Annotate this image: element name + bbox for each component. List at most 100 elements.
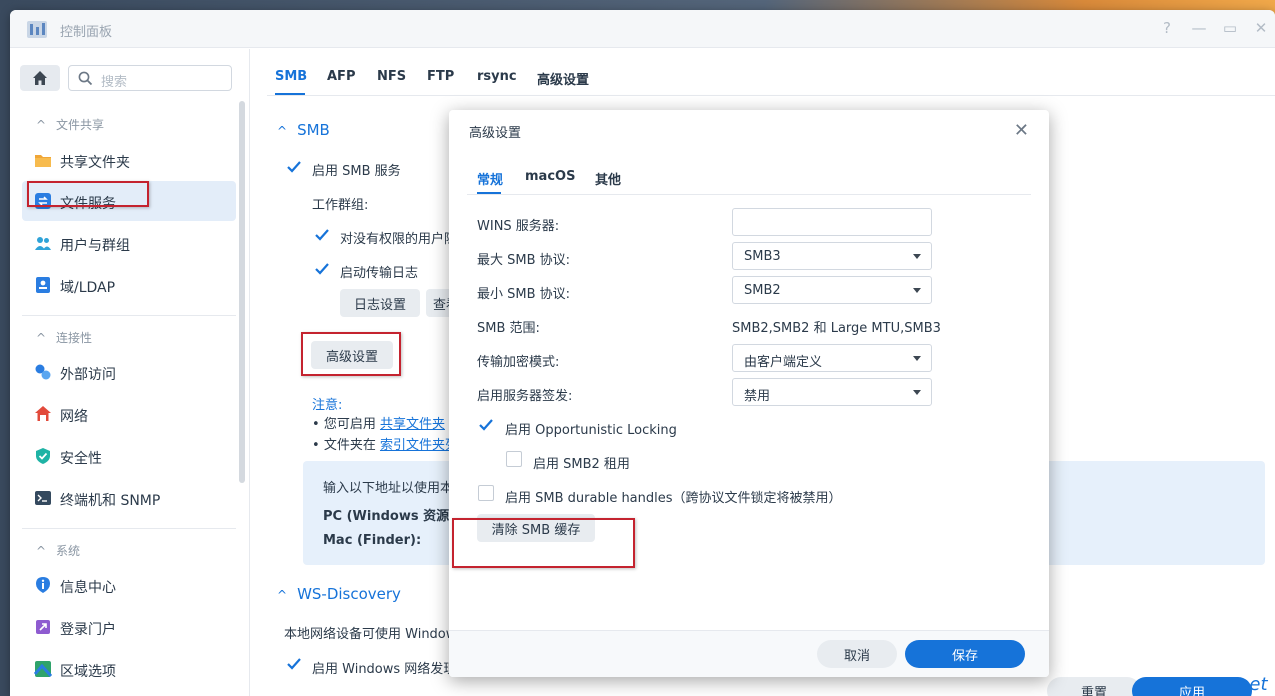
transfer-log-label: 启动传输日志 [340,266,419,281]
sidebar-item-login-portal[interactable]: 登录门户 [22,607,236,647]
sidebar-item-users-groups[interactable]: 用户与群组 [22,223,236,263]
oplock-label: 启用 Opportunistic Locking [505,423,677,438]
save-button[interactable]: 保存 [905,640,1025,668]
oplock-checkbox[interactable] [478,417,494,433]
highlight-box-advanced [301,332,401,376]
close-icon[interactable]: ✕ [1014,120,1029,141]
folder-icon [35,155,51,167]
enable-smb-label: 启用 SMB 服务 [312,164,401,179]
note-title: 注意: [312,398,343,413]
sidebar-item-network[interactable]: 网络 [22,394,236,434]
smb-range-value: SMB2,SMB2 和 Large MTU,SMB3 [732,321,941,336]
note-line-2: • 文件夹在 索引文件夹列 [312,438,458,453]
sidebar-item-domain-ldap[interactable]: 域/LDAP [22,265,236,305]
sidebar-item-info-center[interactable]: 信息中心 [22,565,236,605]
dialog-tab-general[interactable]: 常规 [477,169,503,188]
encryption-mode-label: 传输加密模式: [477,355,560,370]
hide-no-permission-checkbox[interactable] [314,227,330,243]
encryption-mode-select[interactable]: 由客户端定义 [732,344,932,372]
dialog-footer: 取消 保存 [449,631,1049,677]
section-system[interactable]: ^ 系统 [36,542,80,559]
tab-afp[interactable]: AFP [327,69,355,84]
sidebar-item-terminal-snmp[interactable]: 终端机和 SNMP [22,478,236,518]
external-access-icon [35,364,51,380]
reset-button[interactable]: 重置 [1047,677,1141,696]
index-folder-link[interactable]: 索引文件夹列 [380,438,458,453]
tab-advanced[interactable]: 高级设置 [537,69,589,88]
smb2-lease-checkbox[interactable] [506,451,522,467]
chevron-up-icon: ^ [36,544,47,558]
login-portal-icon [36,620,50,634]
home-icon [33,71,47,85]
ws-discovery-checkbox[interactable] [286,656,302,672]
cancel-button[interactable]: 取消 [817,640,897,668]
sidebar-item-security[interactable]: 安全性 [22,436,236,476]
highlight-box-file-services [27,181,149,207]
tab-nfs[interactable]: NFS [377,69,406,84]
durable-handles-label: 启用 SMB durable handles（跨协议文件锁定将被禁用） [505,491,842,506]
control-panel-app-icon [27,21,47,38]
maximize-icon[interactable]: ▭ [1221,19,1239,37]
wins-server-input[interactable] [732,208,932,236]
tabs-divider [267,95,1275,96]
tab-ftp[interactable]: FTP [427,69,454,84]
shared-folder-link[interactable]: 共享文件夹 [380,417,445,432]
highlight-box-clear-cache [452,518,635,568]
mac-address-label: Mac (Finder): [323,533,422,548]
dialog-tab-other[interactable]: 其他 [595,169,621,188]
watermark-text: net [1238,674,1268,695]
server-signing-label: 启用服务器签发: [477,389,573,404]
sidebar: 搜索 ^ 文件共享 共享文件夹 文件服务 用户与群组 域/LDAP ^ 连接性 外部… [10,49,250,696]
regional-icon [34,661,52,678]
advanced-settings-dialog: 高级设置 ✕ 常规 macOS 其他 WINS 服务器: 最大 SMB 协议: … [449,110,1049,677]
enable-smb-checkbox[interactable] [286,159,302,175]
info-icon [36,577,50,593]
sidebar-item-external-access[interactable]: 外部访问 [22,352,236,392]
domain-icon [36,277,50,293]
smb2-lease-label: 启用 SMB2 租用 [533,457,630,472]
search-icon [78,71,93,86]
apply-button[interactable]: 应用 [1132,677,1252,696]
tab-smb[interactable]: SMB [275,69,307,84]
dialog-tab-macos[interactable]: macOS [525,169,575,184]
sidebar-item-regional-options[interactable]: 区域选项 [22,649,236,689]
network-icon [35,406,51,421]
transfer-log-checkbox[interactable] [314,261,330,277]
max-smb-select[interactable]: SMB3 [732,242,932,270]
chevron-up-icon: ^ [36,331,47,345]
home-button[interactable] [20,65,60,91]
chevron-up-icon: ^ [277,588,288,602]
chevron-down-icon [913,288,921,293]
search-placeholder: 搜索 [101,75,128,90]
chevron-up-icon: ^ [277,124,288,138]
workgroup-label: 工作群组: [312,198,369,213]
minimize-icon[interactable]: — [1190,19,1208,37]
tab-rsync[interactable]: rsync [477,69,517,84]
min-smb-label: 最小 SMB 协议: [477,287,571,302]
chevron-down-icon [913,390,921,395]
durable-handles-checkbox[interactable] [478,485,494,501]
ws-discovery-section-header[interactable]: ^ WS-Discovery [277,585,401,603]
section-file-sharing[interactable]: ^ 文件共享 [36,116,104,133]
window-title: 控制面板 [60,25,113,40]
ws-discovery-description: 本地网络设备可使用 Windows [284,627,464,642]
title-bar: 控制面板 ? — ▭ ✕ [10,10,1275,48]
chevron-up-icon: ^ [36,118,47,132]
max-smb-label: 最大 SMB 协议: [477,253,571,268]
log-settings-button[interactable]: 日志设置 [340,289,420,317]
smb-range-label: SMB 范围: [477,321,540,336]
chevron-down-icon [913,356,921,361]
sidebar-item-shared-folder[interactable]: 共享文件夹 [22,140,236,180]
smb-section-header[interactable]: ^ SMB [277,121,330,139]
note-line-1: • 您可启用 共享文件夹 给 [312,417,462,432]
server-signing-select[interactable]: 禁用 [732,378,932,406]
close-window-icon[interactable]: ✕ [1252,19,1270,37]
sidebar-scrollbar[interactable] [239,101,245,483]
chevron-down-icon [913,254,921,259]
sidebar-divider [22,528,236,529]
dialog-tabs-divider [467,194,1031,195]
search-input[interactable]: 搜索 [68,65,232,91]
help-icon[interactable]: ? [1158,19,1176,37]
min-smb-select[interactable]: SMB2 [732,276,932,304]
section-connectivity[interactable]: ^ 连接性 [36,329,92,346]
